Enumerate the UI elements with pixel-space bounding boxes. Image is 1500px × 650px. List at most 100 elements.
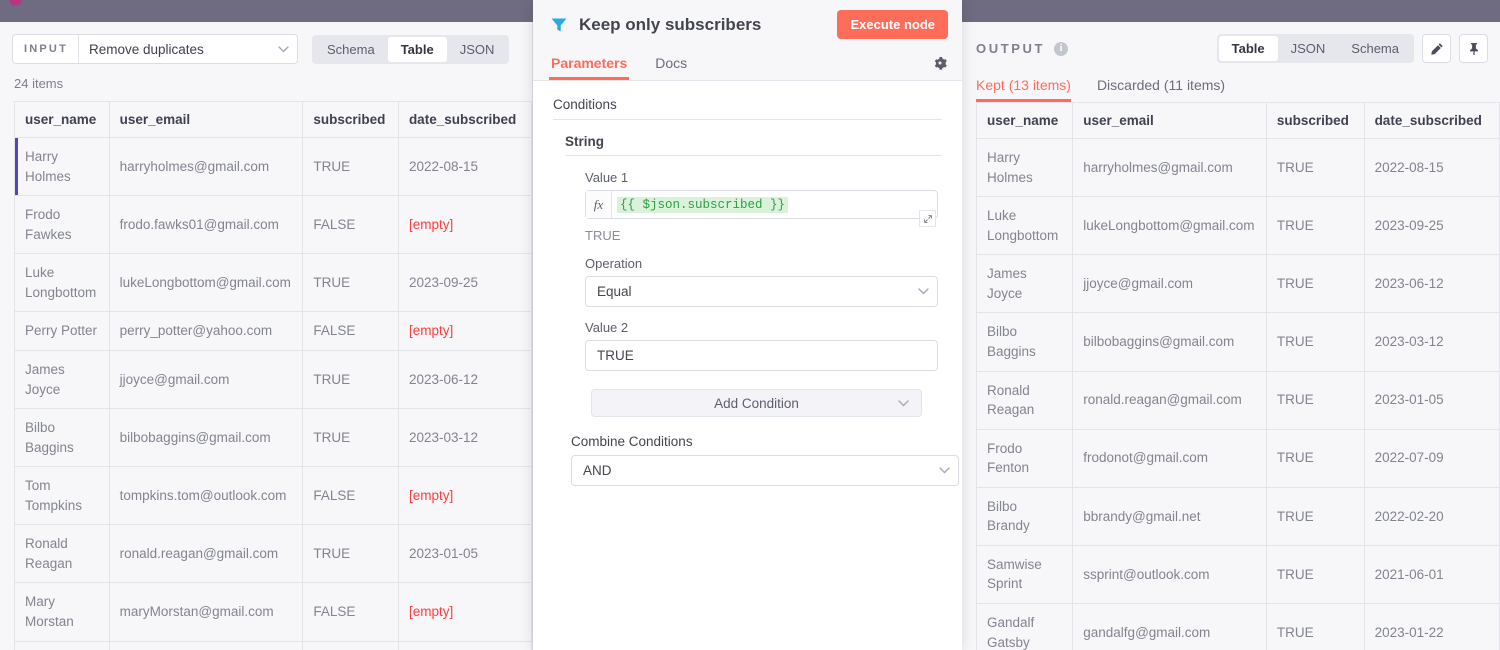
table-cell: FALSE xyxy=(302,195,399,255)
output-column-header: user_name xyxy=(975,102,1074,139)
table-cell: ronald.reagan@gmail.com xyxy=(108,524,304,584)
table-row: Ronald Reagan ronald.reagan@gmail.com TRUE… xyxy=(14,524,532,584)
output-tab-kept[interactable]: Kept (13 items) xyxy=(976,77,1071,102)
table-cell: 2023-03-12 xyxy=(397,408,532,468)
table-cell: 2021-06-01 xyxy=(1363,544,1500,605)
value2-input[interactable]: TRUE xyxy=(585,340,938,371)
input-source-selector[interactable]: INPUT Remove duplicates xyxy=(12,34,298,64)
output-tab-schema[interactable]: Schema xyxy=(1338,36,1412,61)
output-tab-discarded[interactable]: Discarded (11 items) xyxy=(1097,77,1225,102)
gear-icon[interactable] xyxy=(932,55,948,75)
input-source-value: Remove duplicates xyxy=(89,41,204,57)
table-row: Frodo Fenton frodonot@gmail.com TRUE 2022-0… xyxy=(975,428,1500,488)
info-icon[interactable]: i xyxy=(1054,41,1069,56)
execute-node-button[interactable]: Execute node xyxy=(837,10,948,39)
input-column-header: subscribed xyxy=(302,101,399,138)
table-cell: maryMorstan@gmail.com xyxy=(108,582,304,642)
table-cell: 2022-02-20 xyxy=(1363,486,1500,546)
table-cell: lukeLongbottom@gmail.com xyxy=(108,253,304,313)
table-row: James Joyce jjoyce@gmail.com TRUE 2023-06-1… xyxy=(975,254,1500,314)
table-cell: TRUE xyxy=(1265,137,1365,198)
combine-conditions-select[interactable]: AND xyxy=(571,455,959,486)
value2-label: Value 2 xyxy=(585,320,629,335)
pencil-icon[interactable] xyxy=(1422,34,1451,63)
operation-select[interactable]: Equal xyxy=(585,276,938,307)
table-row: Perry Potter perry_potter@yahoo.com FALSE[… xyxy=(14,311,532,351)
table-row: Gandalf Gatsby gandalfg@gmail.com TRUE 2023… xyxy=(975,602,1500,650)
table-cell: FALSE xyxy=(302,311,399,351)
operation-field-group: Operation Equal xyxy=(585,256,942,307)
node-settings-modal: Keep only subscribers Execute node Param… xyxy=(533,0,962,650)
pin-icon[interactable] xyxy=(1459,34,1488,63)
node-detail-view: INPUT Remove duplicates Schema Table JSO… xyxy=(0,0,1500,650)
node-title: Keep only subscribers xyxy=(579,14,762,34)
combine-conditions-value: AND xyxy=(583,463,612,478)
table-cell: 2022-08-15 xyxy=(1363,137,1500,198)
table-cell: TRUE xyxy=(1265,602,1365,650)
table-cell: harryholmes@gmail.com xyxy=(108,136,304,197)
table-cell: ronald.reagan@gmail.com xyxy=(1072,370,1267,430)
table-row: James Joyce jjoyce@gmail.com TRUE 2023-06-1… xyxy=(14,349,532,410)
table-cell: TRUE xyxy=(1265,370,1365,430)
output-column-header: date_subscribed xyxy=(1363,102,1500,139)
table-cell: Harry Holmes xyxy=(975,137,1074,198)
table-cell: [empty] xyxy=(397,582,532,642)
output-tab-json[interactable]: JSON xyxy=(1278,36,1339,61)
input-tab-table[interactable]: Table xyxy=(387,36,447,62)
table-cell: jjoyce@gmail.com xyxy=(1072,254,1267,314)
table-cell: 2023-09-25 xyxy=(397,253,532,313)
table-row: Ronald Reagan ronald.reagan@gmail.com TRUE… xyxy=(975,370,1500,430)
table-cell: TRUE xyxy=(1265,196,1365,256)
table-cell: ssprint@outlook.com xyxy=(1072,544,1267,605)
input-tab-schema[interactable]: Schema xyxy=(314,37,388,62)
table-cell: TRUE xyxy=(302,136,399,197)
workflow-canvas-strip-right xyxy=(962,0,1500,22)
table-cell: [empty] xyxy=(397,195,532,255)
table-cell: 2023-06-12 xyxy=(397,349,532,410)
conditions-section-header: Conditions xyxy=(553,97,942,120)
table-cell: Tom Tompkins xyxy=(14,466,110,526)
tab-docs[interactable]: Docs xyxy=(653,49,689,80)
tab-parameters[interactable]: Parameters xyxy=(549,49,629,80)
output-tab-table[interactable]: Table xyxy=(1218,36,1278,61)
filter-funnel-icon xyxy=(549,15,569,35)
output-column-header: subscribed xyxy=(1265,102,1365,139)
input-column-header: user_name xyxy=(14,101,110,138)
table-cell: 2022-08-15 xyxy=(397,136,532,197)
input-tab-json[interactable]: JSON xyxy=(447,37,508,62)
table-cell: lukeLongbottom@gmail.com xyxy=(1072,196,1267,256)
output-column-header: user_email xyxy=(1072,102,1267,139)
value1-field-group: Value 1 fx {{ $json.subscribed }} TRUE xyxy=(585,170,942,243)
workflow-canvas-strip-left xyxy=(0,0,533,22)
table-cell: frodo.fawks01@gmail.com xyxy=(108,195,304,255)
table-cell: TRUE xyxy=(1265,544,1365,605)
input-data-table: user_name user_email subscribed date_subscr… xyxy=(14,101,532,650)
table-cell: TRUE xyxy=(1265,428,1365,488)
table-cell: 2023-06-12 xyxy=(1363,254,1500,314)
combine-conditions-label: Combine Conditions xyxy=(571,434,693,449)
table-cell: TRUE xyxy=(302,408,399,468)
resize-handle-icon[interactable] xyxy=(919,210,936,227)
table-cell: [empty] xyxy=(397,466,532,526)
output-data-table: user_name user_email subscribed date_subscr… xyxy=(975,102,1500,650)
output-result-tabs: Kept (13 items) Discarded (11 items) xyxy=(962,63,1500,102)
output-panel-label: OUTPUT xyxy=(976,41,1046,56)
table-cell: TRUE xyxy=(302,253,399,313)
table-cell: perry_potter@yahoo.com xyxy=(108,311,304,351)
table-cell: TRUE xyxy=(302,349,399,410)
value1-expression-token: {{ $json.subscribed }} xyxy=(617,196,789,213)
value1-label: Value 1 xyxy=(585,170,629,185)
value1-expression-input[interactable]: fx {{ $json.subscribed }} xyxy=(585,190,938,227)
chevron-down-icon xyxy=(889,399,909,407)
table-cell: Gandalf Gatsby xyxy=(975,602,1074,650)
table-cell: Samwise Sprint xyxy=(975,544,1074,605)
table-row: Tom Tompkins tompkins.tom@outlook.com FALS… xyxy=(14,466,532,526)
workflow-node-dot xyxy=(9,0,22,6)
input-panel-label: INPUT xyxy=(13,35,79,63)
table-cell: Bilbo Baggins xyxy=(975,312,1074,372)
input-column-header: date_subscribed xyxy=(397,101,532,138)
table-cell: FALSE xyxy=(302,466,399,526)
add-condition-button[interactable]: Add Condition xyxy=(591,389,922,417)
fx-icon: fx xyxy=(586,191,612,218)
table-cell: FALSE xyxy=(302,582,399,642)
